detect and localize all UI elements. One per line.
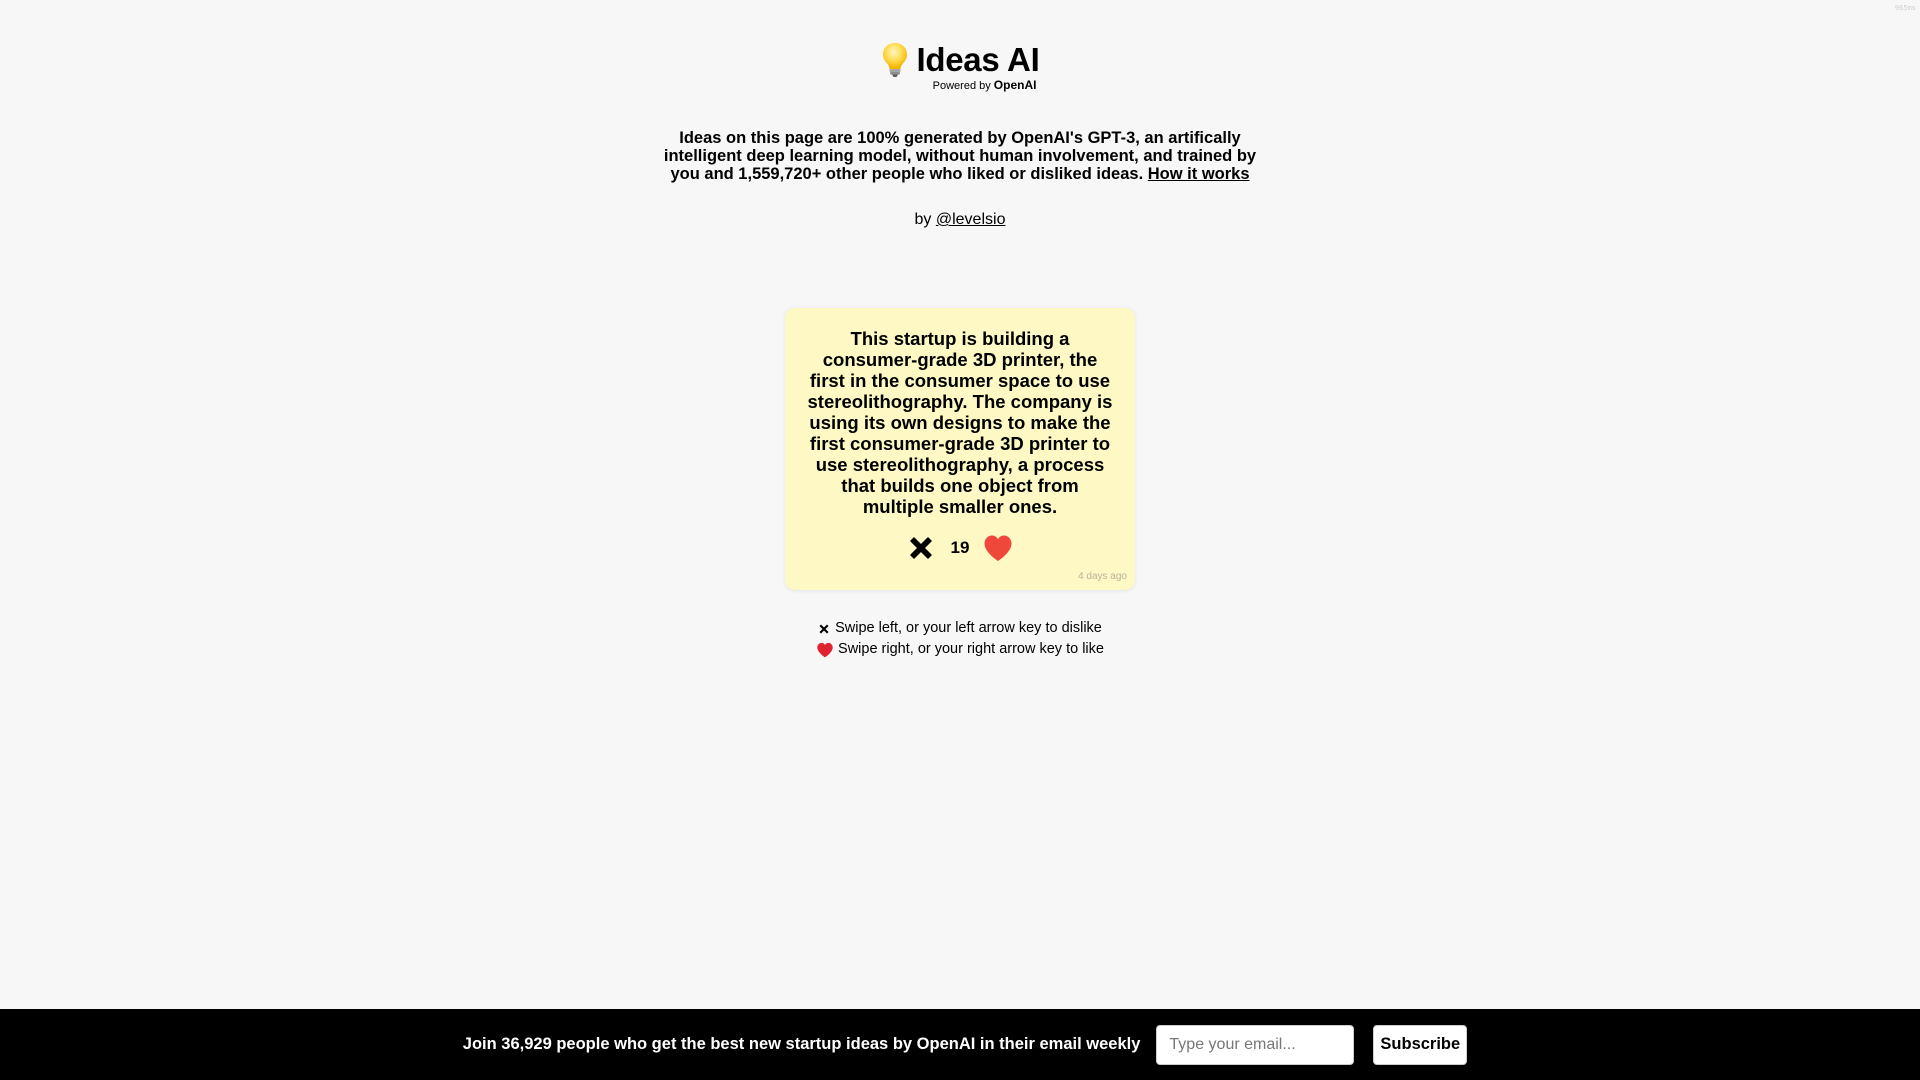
x-icon xyxy=(909,537,932,559)
idea-timestamp: 4 days ago xyxy=(1078,571,1127,582)
dislike-button[interactable] xyxy=(907,534,935,562)
powered-by-brand: OpenAI xyxy=(993,78,1037,92)
powered-by-prefix: Powered by xyxy=(932,80,994,92)
author-link[interactable]: @levelsio xyxy=(936,211,1006,228)
heart-icon xyxy=(984,535,1012,561)
brand-logo[interactable]: Ideas AI Powered by OpenAI xyxy=(881,38,1040,92)
page: 965ms Ideas AI Powered by OpenAI Ideas o… xyxy=(0,0,1920,1080)
idea-text: This startup is building a consumer-grad… xyxy=(807,328,1113,517)
brand-header: Ideas AI Powered by OpenAI xyxy=(0,38,1920,92)
how-it-works-link[interactable]: How it works xyxy=(1148,165,1250,183)
newsletter-text: Join 36,929 people who get the best new … xyxy=(462,1035,1141,1053)
like-hint: Swipe right, or your right arrow key to … xyxy=(0,639,1920,660)
newsletter-footer: Join 36,929 people who get the best new … xyxy=(0,1009,1920,1080)
page-description: Ideas on this page are 100% generated by… xyxy=(660,129,1260,183)
x-icon xyxy=(819,624,829,633)
like-hint-text: Swipe right, or your right arrow key to … xyxy=(838,641,1104,657)
idea-card[interactable]: This startup is building a consumer-grad… xyxy=(785,308,1135,590)
vote-row: 19 xyxy=(785,534,1135,562)
dislike-hint-text: Swipe left, or your left arrow key to di… xyxy=(835,620,1102,636)
byline: by @levelsio xyxy=(0,211,1920,229)
powered-by-label: Powered by OpenAI xyxy=(933,79,1037,92)
heart-icon xyxy=(817,642,833,657)
subscribe-button[interactable]: Subscribe xyxy=(1373,1024,1468,1065)
brand-title: Ideas AI xyxy=(916,41,1040,78)
swipe-hints: Swipe left, or your left arrow key to di… xyxy=(0,618,1920,660)
corner-tag: 965ms xyxy=(1894,4,1916,12)
lightbulb-icon xyxy=(882,43,907,77)
vote-count: 19 xyxy=(950,538,970,557)
like-button[interactable] xyxy=(983,534,1013,562)
dislike-hint: Swipe left, or your left arrow key to di… xyxy=(0,618,1920,639)
email-input[interactable] xyxy=(1156,1024,1355,1065)
byline-prefix: by xyxy=(914,211,936,228)
